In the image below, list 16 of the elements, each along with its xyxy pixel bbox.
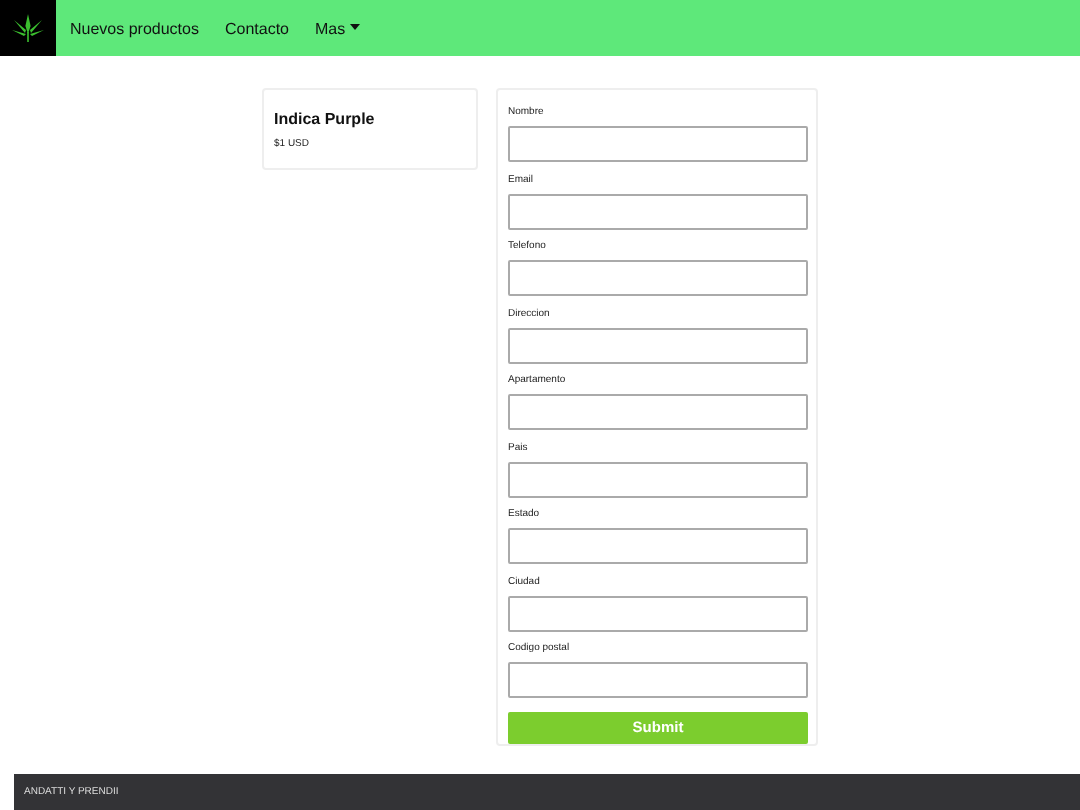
logo[interactable]: [0, 0, 56, 56]
input-field[interactable]: [508, 126, 808, 162]
nav-link[interactable]: Contacto: [224, 19, 290, 37]
leaf-icon: [12, 14, 44, 42]
nav-link[interactable]: Nuevos productos: [70, 19, 199, 37]
input-field[interactable]: [508, 193, 808, 229]
input-field[interactable]: [508, 260, 808, 296]
input-field[interactable]: [508, 595, 808, 631]
input-field[interactable]: [508, 662, 808, 698]
input-field[interactable]: [508, 327, 808, 363]
product-name: Indica Purple: [274, 110, 377, 128]
caret-icon: [349, 24, 360, 32]
input-field[interactable]: [508, 528, 808, 564]
input-field[interactable]: [508, 461, 808, 497]
dropdown-menu-link[interactable]: Mas: [315, 19, 360, 37]
input-field[interactable]: [508, 394, 808, 430]
